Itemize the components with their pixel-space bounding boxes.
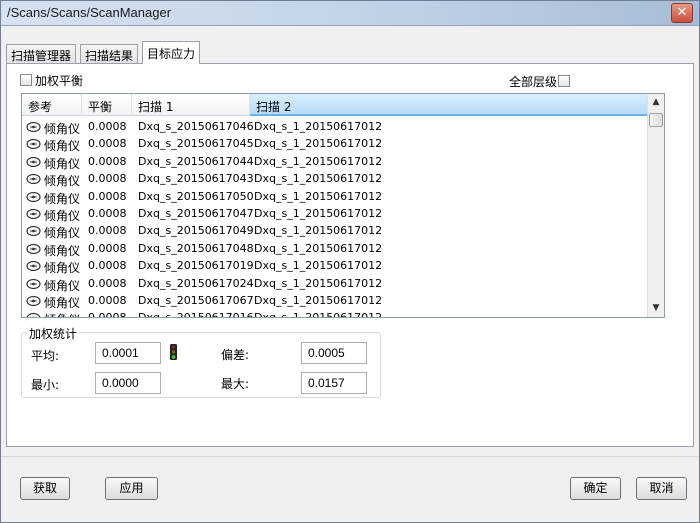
- min-label: 最小:: [31, 378, 60, 392]
- cancel-button[interactable]: 取消: [636, 477, 687, 500]
- cell-balance: 0.0008: [88, 311, 127, 318]
- cell-scan2: Dxq_s_1_20150617012: [254, 206, 383, 220]
- cell-scan2: Dxq_s_1_20150617012: [254, 241, 383, 255]
- weighted-stats-title: 加权统计: [27, 325, 80, 342]
- divider: [1, 456, 699, 457]
- scroll-up-icon[interactable]: ▲: [648, 94, 664, 111]
- inclinometer-icon: [26, 156, 41, 167]
- tab-target-stress[interactable]: 目标应力: [142, 41, 201, 64]
- mean-field[interactable]: 0.0001: [95, 342, 161, 364]
- cell-scan2: Dxq_s_1_20150617012: [254, 293, 383, 307]
- cell-scan2: Dxq_s_1_20150617012: [254, 137, 383, 151]
- table-row[interactable]: 倾角仪 0.0008 Dxq_s_20150617048 Dxq_s_1_201506…: [22, 240, 648, 258]
- column-header-balance[interactable]: 平衡: [82, 94, 132, 116]
- cell-scan2: Dxq_s_1_20150617012: [254, 189, 383, 203]
- cell-scan1: Dxq_s_20150617050: [138, 189, 254, 203]
- table-row[interactable]: 倾角仪 0.0008 Dxq_s_20150617047 Dxq_s_1_201506…: [22, 205, 648, 223]
- cell-scan1: Dxq_s_20150617019: [138, 259, 254, 273]
- table-row[interactable]: 倾角仪 0.0008 Dxq_s_20150617044 Dxq_s_1_201506…: [22, 153, 648, 171]
- min-field[interactable]: 0.0000: [95, 372, 161, 394]
- table-row[interactable]: 倾角仪 0.0008 Dxq_s_20150617049 Dxq_s_1_201506…: [22, 222, 648, 240]
- cell-balance: 0.0008: [88, 154, 127, 168]
- fetch-button[interactable]: 获取: [20, 477, 70, 500]
- table-row[interactable]: 倾角仪 0.0008 Dxq_s_20150617067 Dxq_s_1_201506…: [22, 292, 648, 310]
- close-button[interactable]: ✕: [671, 3, 693, 23]
- column-header-reference[interactable]: 参考: [22, 94, 82, 116]
- scan-manager-window: /Scans/Scans/ScanManager ✕ 扫描管理器 扫描结果 目标…: [0, 0, 700, 523]
- cell-scan1: Dxq_s_20150617047: [138, 206, 254, 220]
- cell-balance: 0.0008: [88, 224, 127, 238]
- cell-balance: 0.0008: [88, 137, 127, 151]
- table-row[interactable]: 倾角仪 0.0008 Dxq_s_20150617046 Dxq_s_1_201506…: [22, 118, 648, 136]
- weighted-balance-checkbox[interactable]: [20, 74, 32, 86]
- ok-button[interactable]: 确定: [570, 477, 621, 500]
- scroll-down-icon[interactable]: ▼: [648, 300, 664, 317]
- column-header-scan-2[interactable]: 扫描 2: [250, 94, 648, 116]
- cell-balance: 0.0008: [88, 189, 127, 203]
- cell-ref: 倾角仪: [44, 311, 80, 317]
- max-field[interactable]: 0.0157: [301, 372, 367, 394]
- deviation-field[interactable]: 0.0005: [301, 342, 367, 364]
- cell-balance: 0.0008: [88, 206, 127, 220]
- cell-scan2: Dxq_s_1_20150617012: [254, 120, 383, 133]
- inclinometer-icon: [26, 278, 41, 289]
- list-header: 参考 平衡 扫描 1 扫描 2: [22, 94, 648, 116]
- cell-scan2: Dxq_s_1_20150617012: [254, 311, 383, 318]
- deviation-label: 偏差:: [221, 348, 250, 362]
- title-bar[interactable]: /Scans/Scans/ScanManager ✕: [1, 1, 699, 26]
- cell-scan2: Dxq_s_1_20150617012: [254, 259, 383, 273]
- all-levels-checkbox[interactable]: [558, 75, 570, 87]
- cell-scan1: Dxq_s_20150617049: [138, 224, 254, 238]
- inclinometer-icon: [26, 174, 41, 185]
- table-row[interactable]: 倾角仪 0.0008 Dxq_s_20150617050 Dxq_s_1_201506…: [22, 188, 648, 206]
- tab-scan-results[interactable]: 扫描结果: [80, 44, 139, 64]
- table-row[interactable]: 倾角仪 0.0008 Dxq_s_20150617016Dxq_s_1_201506…: [22, 309, 648, 318]
- cell-scan1: Dxq_s_20150617024: [138, 276, 254, 290]
- mean-label: 平均:: [31, 349, 60, 363]
- inclinometer-icon: [26, 139, 41, 150]
- inclinometer-icon: [26, 261, 41, 272]
- all-levels-label: 全部层级: [509, 75, 558, 89]
- tab-scan-manager[interactable]: 扫描管理器: [6, 44, 77, 64]
- cell-scan2: Dxq_s_1_20150617012: [254, 224, 383, 238]
- inclinometer-icon: [26, 121, 41, 132]
- traffic-light-icon: [170, 344, 177, 360]
- inclinometer-icon: [26, 226, 41, 237]
- max-label: 最大:: [221, 377, 250, 391]
- cell-scan1: Dxq_s_20150617046: [138, 120, 254, 133]
- inclinometer-icon: [26, 313, 41, 317]
- window-title: /Scans/Scans/ScanManager: [7, 5, 172, 20]
- inclinometer-icon: [26, 295, 41, 306]
- table-row[interactable]: 倾角仪 0.0008 Dxq_s_20150617024 Dxq_s_1_201506…: [22, 275, 648, 293]
- cell-balance: 0.0008: [88, 276, 127, 290]
- cell-scan1: Dxq_s_20150617045: [138, 137, 254, 151]
- cell-scan2: Dxq_s_1_20150617012: [254, 154, 383, 168]
- cell-balance: 0.0008: [88, 120, 127, 133]
- column-header-scan-1[interactable]: 扫描 1: [132, 94, 250, 116]
- scan-list[interactable]: 参考 平衡 扫描 1 扫描 2 倾角仪 0.0008 Dxq_s_201506170…: [21, 93, 665, 318]
- table-row[interactable]: 倾角仪 0.0008 Dxq_s_20150617043 Dxq_s_1_201506…: [22, 170, 648, 188]
- weighted-balance-label: 加权平衡: [35, 74, 84, 88]
- cell-balance: 0.0008: [88, 293, 127, 307]
- cell-balance: 0.0008: [88, 241, 127, 255]
- table-row[interactable]: 倾角仪 0.0008 Dxq_s_20150617045 Dxq_s_1_201506…: [22, 135, 648, 153]
- cell-scan1: Dxq_s_20150617044: [138, 154, 254, 168]
- cell-balance: 0.0008: [88, 259, 127, 273]
- cell-scan1: Dxq_s_20150617048: [138, 241, 254, 255]
- cell-scan2: Dxq_s_1_20150617012: [254, 276, 383, 290]
- inclinometer-icon: [26, 208, 41, 219]
- cell-scan1: Dxq_s_20150617016: [138, 311, 254, 318]
- list-rows: 倾角仪 0.0008 Dxq_s_20150617046 Dxq_s_1_201506…: [22, 118, 648, 318]
- inclinometer-icon: [26, 243, 41, 254]
- cell-scan2: Dxq_s_1_20150617012: [254, 172, 383, 186]
- scroll-thumb[interactable]: [649, 113, 663, 127]
- cell-scan1: Dxq_s_20150617043: [138, 172, 254, 186]
- inclinometer-icon: [26, 191, 41, 202]
- apply-button[interactable]: 应用: [105, 477, 158, 500]
- vertical-scrollbar[interactable]: ▲ ▼: [647, 94, 664, 317]
- cell-balance: 0.0008: [88, 172, 127, 186]
- table-row[interactable]: 倾角仪 0.0008 Dxq_s_20150617019 Dxq_s_1_201506…: [22, 257, 648, 275]
- cell-scan1: Dxq_s_20150617067: [138, 293, 254, 307]
